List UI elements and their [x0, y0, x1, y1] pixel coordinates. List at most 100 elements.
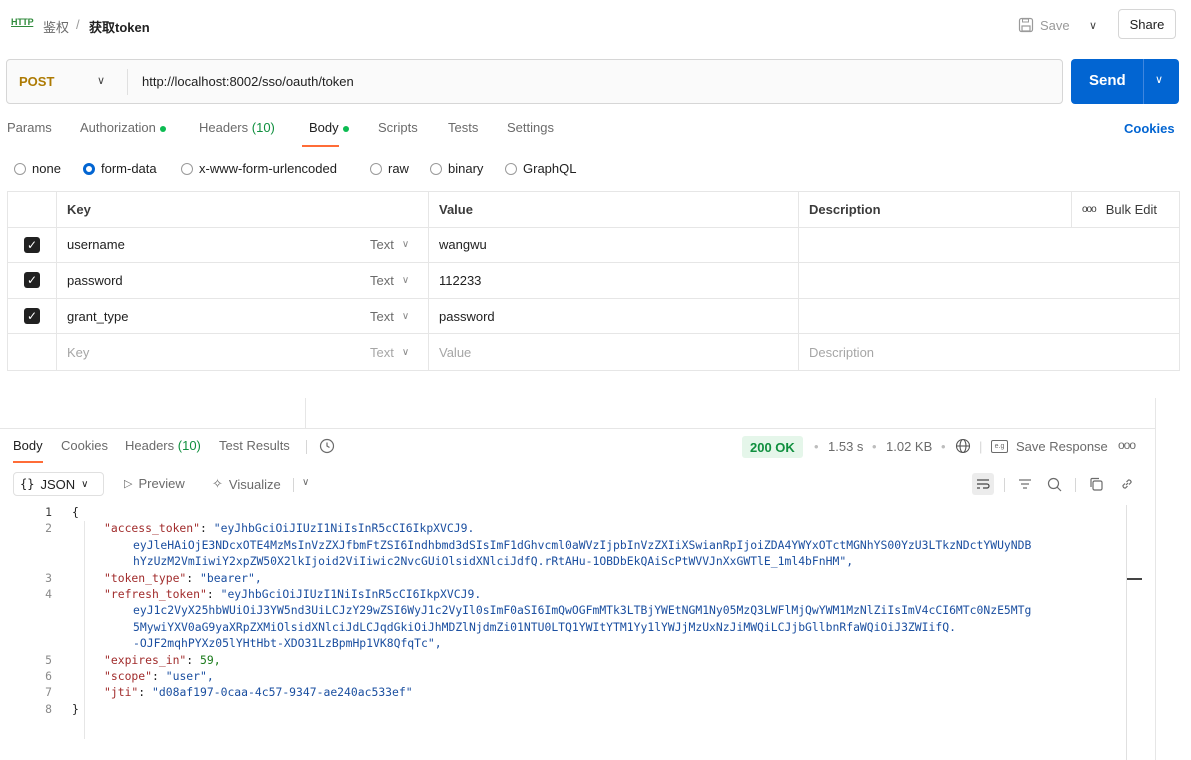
- radio-none[interactable]: none: [14, 161, 61, 176]
- visualize-label: Visualize: [228, 476, 281, 492]
- status-dot: [159, 125, 166, 132]
- new-description-input[interactable]: Description: [798, 334, 1071, 370]
- status-dot: [342, 125, 349, 132]
- code-text: 5MywiYXV0aG9yaXRpZXMiOlsidXNlciJdLCJqdGk…: [133, 619, 956, 634]
- param-type-select[interactable]: Text ∨: [361, 228, 428, 263]
- param-type-select[interactable]: Text ∨: [361, 334, 428, 370]
- code-text: eyJleHAiOjE3NDcxOTE4MzMsInVzZXJfbmFtZSI6…: [133, 537, 1032, 552]
- row-checkbox[interactable]: ✓: [8, 263, 57, 298]
- type-label: Text: [370, 344, 394, 360]
- breadcrumb-parent[interactable]: 鉴权: [43, 17, 69, 36]
- param-type-select[interactable]: Text ∨: [361, 299, 428, 334]
- tab-response-body[interactable]: Body: [13, 438, 43, 453]
- new-key-input[interactable]: Key: [57, 334, 361, 370]
- save-button[interactable]: Save: [1018, 13, 1070, 37]
- save-icon: [1018, 17, 1034, 33]
- link-icon[interactable]: [1116, 473, 1138, 495]
- scrollbar-thumb[interactable]: [1127, 578, 1142, 580]
- line-number: 8: [45, 701, 52, 716]
- search-icon[interactable]: [1043, 473, 1065, 495]
- row-checkbox-empty: [8, 334, 57, 370]
- param-description[interactable]: [798, 227, 1071, 263]
- code-line-wrapped: hYzUzM2VmIiwiY2xpZW50X2lkIjoid2ViIiwic2N…: [0, 553, 1126, 569]
- send-button[interactable]: Send ∨: [1071, 59, 1179, 104]
- code-text: "expires_in": 59,: [104, 652, 221, 667]
- response-size[interactable]: 1.02 KB: [886, 439, 932, 454]
- chevron-down-icon[interactable]: ∨: [1155, 73, 1163, 86]
- radio-label: binary: [448, 161, 484, 176]
- status-badge[interactable]: 200 OK: [742, 436, 803, 458]
- param-value[interactable]: password: [428, 298, 798, 334]
- response-time[interactable]: 1.53 s: [828, 439, 863, 454]
- radio-graphql[interactable]: GraphQL: [505, 161, 576, 176]
- send-label: Send: [1089, 72, 1126, 89]
- globe-icon[interactable]: [955, 438, 971, 454]
- param-value[interactable]: 112233: [428, 263, 798, 298]
- tab-response-headers[interactable]: Headers (10): [125, 438, 201, 453]
- radio-form-data[interactable]: form-data: [83, 161, 157, 176]
- tab-settings[interactable]: Settings: [507, 120, 554, 135]
- row-checkbox[interactable]: ✓: [8, 298, 57, 334]
- preview-label: Preview: [138, 476, 185, 491]
- response-body-editor[interactable]: 1{ 2 "access_token": "eyJhbGciOiJIUzI1NiI…: [0, 504, 1126, 717]
- row-checkbox[interactable]: ✓: [8, 227, 57, 263]
- share-button[interactable]: Share: [1118, 9, 1176, 39]
- separator-dot: •: [814, 439, 819, 454]
- pane-resize-handle[interactable]: [0, 428, 1156, 429]
- filter-icon[interactable]: [1014, 473, 1036, 495]
- column-header-key: Key: [67, 201, 91, 217]
- param-key[interactable]: grant_type: [57, 299, 361, 334]
- json-value: "bearer",: [200, 570, 262, 585]
- param-type-select[interactable]: Text ∨: [361, 263, 428, 298]
- tab-response-cookies[interactable]: Cookies: [61, 438, 108, 453]
- param-description[interactable]: [798, 263, 1071, 298]
- more-options-icon[interactable]: ooo: [1118, 438, 1136, 452]
- tab-body[interactable]: Body: [309, 120, 349, 135]
- preview-button[interactable]: ▷ Preview: [124, 476, 185, 491]
- copy-icon[interactable]: [1085, 473, 1107, 495]
- new-value-input[interactable]: Value: [428, 334, 798, 370]
- json-key: "scope": [104, 668, 153, 683]
- radio-circle-selected: [83, 162, 95, 175]
- code-text: hYzUzM2VmIiwiY2xpZW50X2lkIjoid2ViIiwic2N…: [133, 554, 854, 569]
- json-value: "user",: [165, 668, 214, 683]
- param-key[interactable]: username: [57, 228, 361, 263]
- radio-raw[interactable]: raw: [370, 161, 409, 176]
- tab-test-results[interactable]: Test Results: [219, 438, 290, 453]
- tab-headers[interactable]: Headers (10): [199, 120, 275, 135]
- code-line-wrapped: eyJ1c2VyX25hbWUiOiJ3YW5nd3UiLCJzY29wZSI6…: [0, 602, 1126, 618]
- tab-label: Authorization: [80, 120, 156, 135]
- history-icon[interactable]: [318, 437, 336, 455]
- radio-circle: [430, 162, 442, 175]
- bulk-edit-button[interactable]: ooo Bulk Edit: [1071, 192, 1179, 227]
- wrap-lines-icon[interactable]: [972, 473, 994, 495]
- format-select[interactable]: {} JSON ∨: [13, 472, 104, 496]
- divider: [1143, 59, 1144, 104]
- tab-scripts[interactable]: Scripts: [378, 120, 418, 135]
- tab-params[interactable]: Params: [7, 120, 52, 135]
- code-line-wrapped: 5MywiYXV0aG9yaXRpZXMiOlsidXNlciJdLCJqdGk…: [0, 619, 1126, 635]
- radio-binary[interactable]: binary: [430, 161, 483, 176]
- cookies-link[interactable]: Cookies: [1124, 121, 1175, 136]
- param-key[interactable]: password: [57, 263, 361, 298]
- save-response-button[interactable]: Save Response: [1016, 439, 1108, 454]
- chevron-down-icon[interactable]: ∨: [302, 477, 309, 488]
- scrollbar-track[interactable]: [1126, 505, 1127, 760]
- method-select[interactable]: POST: [19, 74, 54, 89]
- radio-label: form-data: [101, 161, 157, 176]
- chevron-down-icon: ∨: [401, 274, 410, 286]
- param-description[interactable]: [798, 298, 1071, 334]
- save-options-button[interactable]: ∨: [1078, 12, 1108, 38]
- radio-label: GraphQL: [523, 161, 577, 176]
- param-value[interactable]: wangwu: [428, 227, 798, 263]
- tab-tests[interactable]: Tests: [448, 120, 478, 135]
- radio-circle: [181, 162, 193, 175]
- radio-urlencoded[interactable]: x-www-form-urlencoded: [181, 161, 337, 176]
- request-title[interactable]: 获取token: [89, 17, 150, 36]
- chevron-down-icon[interactable]: ∨: [97, 74, 105, 87]
- tab-authorization[interactable]: Authorization: [80, 120, 166, 135]
- json-value: "d08af197-0caa-4c57-9347-ae240ac533ef": [152, 685, 413, 700]
- more-icon: ooo: [1082, 203, 1097, 215]
- visualize-button[interactable]: ✧ Visualize: [212, 476, 281, 492]
- url-input[interactable]: http://localhost:8002/sso/oauth/token: [142, 74, 354, 89]
